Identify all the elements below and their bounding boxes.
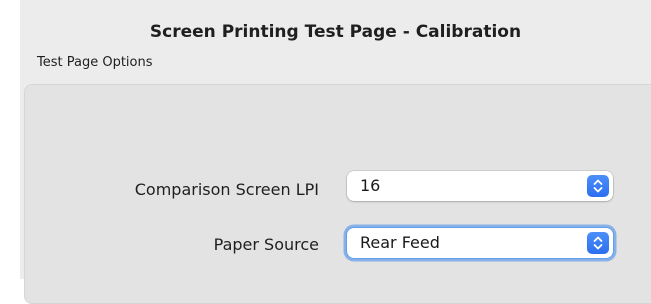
section-label-test-page-options: Test Page Options	[37, 55, 153, 70]
comparison-lpi-value: 16	[360, 176, 381, 195]
up-down-chevron-icon	[587, 175, 609, 197]
comparison-lpi-label: Comparison Screen LPI	[134, 180, 319, 199]
comparison-lpi-popup[interactable]: 16	[347, 171, 613, 201]
paper-source-label: Paper Source	[213, 235, 319, 254]
paper-source-popup[interactable]: Rear Feed	[347, 228, 613, 258]
paper-source-value: Rear Feed	[360, 233, 440, 252]
dialog-title: Screen Printing Test Page - Calibration	[149, 22, 522, 42]
up-down-chevron-icon	[587, 232, 609, 254]
